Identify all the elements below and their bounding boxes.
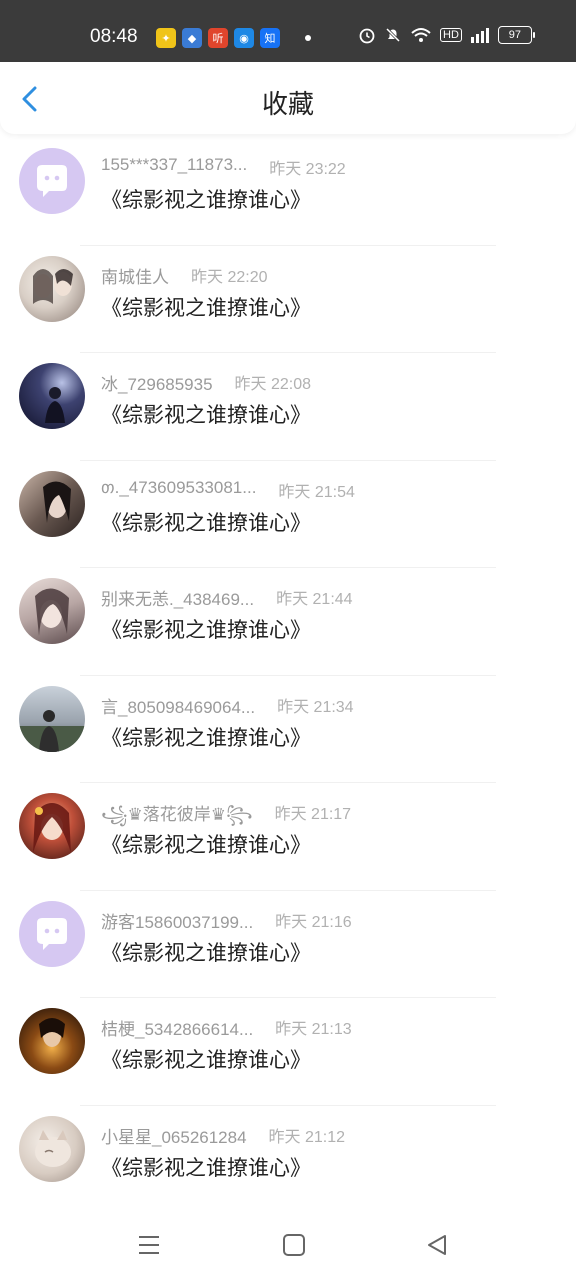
book-title: 《综影视之谁撩谁心》 (101, 1048, 311, 1072)
system-nav-bar (0, 1212, 576, 1280)
book-title: 《综影视之谁撩谁心》 (101, 725, 311, 750)
photo-avatar-icon (33, 268, 73, 304)
list-item[interactable]: 游客15860037199... 昨天 21:16 《综影视之谁撩谁心》 (0, 891, 576, 998)
photo-avatar-icon (35, 588, 69, 636)
avatar[interactable] (19, 685, 85, 752)
user-name: 言_805098469064... (101, 697, 256, 717)
avatar[interactable] (19, 148, 85, 214)
book-title: 《综影视之谁撩谁心》 (101, 618, 311, 642)
circle-app-icon: ◉ (234, 28, 254, 48)
user-name: 南城佳人 (101, 267, 169, 287)
list-item[interactable]: 桔梗_5342866614... 昨天 21:13 《综影视之谁撩谁心》 (0, 998, 576, 1106)
timestamp: 昨天 21:54 (278, 483, 355, 501)
wifi-icon (411, 28, 431, 42)
timestamp: 昨天 22:08 (234, 376, 312, 393)
book-title: 《综影视之谁撩谁心》 (101, 295, 311, 320)
default-chat-avatar-icon (19, 900, 85, 967)
default-chat-avatar-icon (19, 148, 85, 214)
user-name: 冰_729685935 (101, 375, 213, 394)
trophy-app-icon: ✦ (156, 28, 176, 48)
list-item[interactable]: 155***337_11873... 昨天 23:22 《综影视之谁撩谁心》 (0, 138, 576, 246)
home-icon[interactable] (281, 1232, 307, 1258)
status-app-icons: ✦ ◆ 听 ◉ 知 (156, 28, 280, 48)
timestamp: 昨天 21:12 (268, 1128, 346, 1146)
book-title: 《综影视之谁撩谁心》 (101, 940, 311, 965)
ting-app-icon: 听 (208, 28, 228, 48)
photo-avatar-icon (19, 709, 85, 752)
list-item[interactable]: 小星星_065261284 昨天 21:12 《综影视之谁撩谁心》 (0, 1106, 576, 1213)
status-indicators: HD 97 (358, 26, 535, 44)
timestamp: 昨天 21:44 (276, 591, 353, 608)
list-item[interactable]: 冰_729685935 昨天 22:08 《综影视之谁撩谁心》 (0, 353, 576, 461)
timestamp: 昨天 23:22 (269, 161, 346, 178)
timestamp: 昨天 21:16 (275, 913, 352, 931)
book-title: 《综影视之谁撩谁心》 (101, 188, 311, 212)
mute-bell-icon (385, 27, 401, 43)
photo-avatar-icon (45, 387, 65, 423)
menu-icon[interactable] (136, 1232, 162, 1258)
back-triangle-icon[interactable] (424, 1232, 450, 1258)
list-item[interactable]: თ._473609533081... 昨天 21:54 《综影视之谁撩谁心》 (0, 461, 576, 568)
book-title: 《综影视之谁撩谁心》 (101, 510, 311, 535)
avatar[interactable] (19, 255, 85, 322)
avatar[interactable] (19, 470, 85, 537)
user-name: 155***337_11873... (101, 155, 248, 174)
list-item[interactable]: ꧁♛落花彼岸♛꧂ 昨天 21:17 《综影视之谁撩谁心》 (0, 783, 576, 891)
signal-icon (470, 28, 489, 43)
avatar[interactable] (19, 578, 85, 644)
timestamp: 昨天 22:20 (191, 268, 268, 286)
list-item[interactable]: 南城佳人 昨天 22:20 《综影视之谁撩谁心》 (0, 246, 576, 353)
user-name: 桔梗_5342866614... (101, 1020, 254, 1039)
timestamp: 昨天 21:34 (277, 698, 354, 716)
photo-avatar-icon (35, 1129, 71, 1167)
avatar[interactable] (19, 793, 85, 859)
book-title: 《综影视之谁撩谁心》 (101, 1155, 311, 1180)
user-name: თ._473609533081... (101, 477, 257, 497)
book-title: 《综影视之谁撩谁心》 (101, 833, 311, 857)
battery-indicator: 97 (497, 26, 535, 44)
hd-badge: HD (440, 28, 462, 42)
paw-app-icon: ◆ (182, 28, 202, 48)
status-bar: 08:48 ✦ ◆ 听 ◉ 知 HD 97 (0, 0, 576, 62)
user-name: 小星星_065261284 (101, 1127, 247, 1147)
timestamp: 昨天 21:13 (275, 1021, 352, 1038)
photo-avatar-icon (39, 1018, 65, 1047)
user-name: 游客15860037199... (101, 912, 254, 932)
app-header: 收藏 (0, 62, 576, 134)
notification-dot-icon (305, 35, 311, 41)
avatar[interactable] (19, 1115, 85, 1182)
avatar[interactable] (19, 363, 85, 429)
avatar[interactable] (19, 900, 85, 967)
list-item[interactable]: 别来无恙._438469... 昨天 21:44 《综影视之谁撩谁心》 (0, 568, 576, 676)
status-time: 08:48 (90, 26, 138, 47)
photo-avatar-icon (33, 803, 71, 853)
avatar[interactable] (19, 1008, 85, 1074)
favorites-list: 155***337_11873... 昨天 23:22 《综影视之谁撩谁心》 南城… (0, 138, 576, 1213)
page-title: 收藏 (261, 90, 314, 120)
photo-avatar-icon (43, 480, 71, 523)
alarm-icon (359, 28, 375, 44)
list-item[interactable]: 言_805098469064... 昨天 21:34 《综影视之谁撩谁心》 (0, 676, 576, 783)
zhihu-app-icon: 知 (260, 28, 280, 48)
book-title: 《综影视之谁撩谁心》 (101, 403, 311, 427)
user-name: 别来无恙._438469... (101, 590, 255, 609)
